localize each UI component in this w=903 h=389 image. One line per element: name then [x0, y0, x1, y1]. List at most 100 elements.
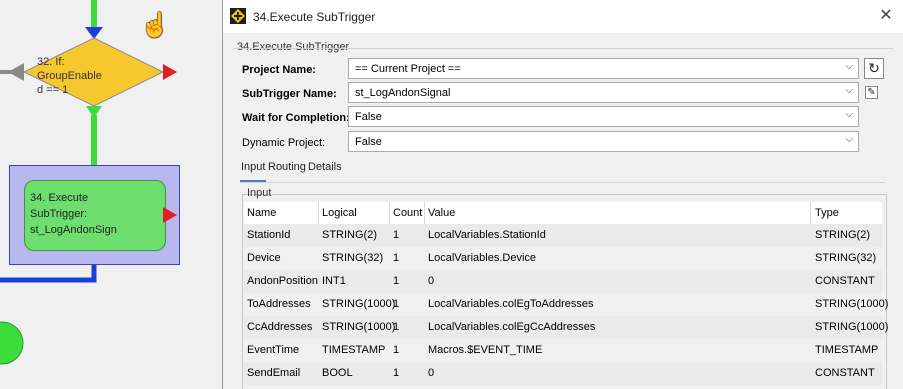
- decision-label-line: d == 1: [37, 84, 69, 96]
- subtrigger-name-value: st_LogAndonSignal: [355, 87, 451, 99]
- cell-value: LocalVariables.colEgCcAddresses: [428, 321, 596, 333]
- cell-type: CONSTANT: [815, 367, 875, 379]
- project-name-label: Project Name:: [242, 64, 316, 76]
- flow-line-top: [91, 0, 97, 28]
- cell-logical: INT1: [322, 275, 346, 287]
- flow-line-middle: [91, 115, 97, 170]
- table-row[interactable]: AndonPosition INT1 1 0 CONSTANT: [244, 270, 882, 293]
- tab-details[interactable]: Details: [308, 161, 342, 173]
- chevron-down-icon: ⌵: [845, 85, 853, 96]
- table-row[interactable]: CcAddresses STRING(1000) 1 LocalVariable…: [244, 316, 888, 339]
- cell-name: Device: [247, 252, 281, 264]
- decision-label-line: GroupEnable: [37, 70, 102, 82]
- wait-for-completion-label: Wait for Completion:: [242, 112, 350, 124]
- edit-icon: ✎: [867, 87, 876, 98]
- cell-name: CcAddresses: [247, 321, 313, 333]
- project-name-value: == Current Project ==: [355, 63, 461, 75]
- cell-count: 1: [393, 252, 400, 264]
- cell-name: AndonPosition: [247, 275, 318, 287]
- column-header-logical[interactable]: Logical: [322, 207, 357, 219]
- tab-routing[interactable]: Routing: [268, 161, 306, 173]
- action-label-line: 34. Execute: [30, 192, 89, 204]
- dialog-title: 34.Execute SubTrigger: [253, 10, 376, 24]
- cell-type: STRING(1000): [815, 321, 889, 333]
- cell-logical: BOOL: [322, 367, 353, 379]
- column-header-type[interactable]: Type: [815, 207, 839, 219]
- group-title: 34.Execute SubTrigger: [237, 41, 350, 53]
- edit-subtrigger-button[interactable]: ✎: [865, 86, 878, 99]
- dynamic-project-dropdown[interactable]: False ⌵: [348, 131, 859, 152]
- table-row[interactable]: SendEmail BOOL 1 0 CONSTANT: [244, 362, 882, 385]
- cell-type: TIMESTAMP: [815, 344, 879, 356]
- cell-name: SendEmail: [247, 367, 301, 379]
- column-header-name[interactable]: Name: [247, 207, 276, 219]
- column-header-value[interactable]: Value: [428, 207, 455, 219]
- column-separator: [389, 202, 390, 225]
- wait-for-completion-dropdown[interactable]: False ⌵: [348, 106, 859, 127]
- table-header-row: Name Logical Count Value Type: [244, 202, 882, 225]
- project-name-dropdown[interactable]: == Current Project == ⌵: [348, 58, 859, 79]
- decision-left-arrow: [8, 63, 24, 81]
- cell-name: ToAddresses: [247, 298, 311, 310]
- decision-false-output: [163, 64, 177, 80]
- decision-label-line: 32. If:: [37, 56, 65, 68]
- close-icon[interactable]: ✕: [873, 5, 899, 27]
- cell-value: LocalVariables.colEgToAddresses: [428, 298, 594, 310]
- chevron-down-icon: ⌵: [845, 134, 853, 145]
- decision-input-connector: [85, 27, 103, 39]
- cell-name: StationId: [247, 229, 291, 241]
- action-node-label: 34. Execute SubTrigger: st_LogAndonSign: [30, 190, 160, 238]
- cell-count: 1: [393, 321, 400, 333]
- cell-value: 0: [428, 367, 435, 379]
- cell-count: 1: [393, 229, 400, 241]
- cell-count: 1: [393, 344, 400, 356]
- wait-for-completion-value: False: [355, 111, 382, 123]
- cell-count: 1: [393, 367, 400, 379]
- cell-type: STRING(1000): [815, 298, 889, 310]
- action-right-arrow: [163, 207, 177, 223]
- cell-type: CONSTANT: [815, 275, 875, 287]
- table-row[interactable]: Device STRING(32) 1 LocalVariables.Devic…: [244, 247, 882, 270]
- cell-logical: STRING(1000): [322, 321, 396, 333]
- cell-value: Macros.$EVENT_TIME: [428, 344, 543, 356]
- column-header-count[interactable]: Count: [393, 207, 422, 219]
- cell-count: 1: [393, 298, 400, 310]
- execute-subtrigger-dialog: 34.Execute SubTrigger ✕ 34.Execute SubTr…: [222, 0, 903, 389]
- action-label-line: SubTrigger:: [30, 208, 88, 220]
- cell-count: 1: [393, 275, 400, 287]
- table-row[interactable]: StationId STRING(2) 1 LocalVariables.Sta…: [244, 224, 882, 247]
- column-separator: [424, 202, 425, 225]
- group-divider: [233, 48, 893, 49]
- cell-type: STRING(32): [815, 252, 877, 264]
- subtrigger-name-dropdown[interactable]: st_LogAndonSignal ⌵: [348, 82, 859, 103]
- column-separator: [318, 202, 319, 225]
- tab-divider: [240, 182, 885, 183]
- hand-cursor-icon: ☝: [140, 12, 170, 39]
- cell-value: 0: [428, 275, 435, 287]
- refresh-button[interactable]: ↻: [864, 58, 884, 79]
- cell-logical: STRING(2): [322, 229, 377, 241]
- refresh-icon: ↻: [868, 60, 880, 76]
- flow-canvas[interactable]: 32. If: GroupEnable d == 1 34. Execute S…: [0, 0, 222, 389]
- dialog-titlebar[interactable]: 34.Execute SubTrigger ✕: [223, 0, 903, 33]
- dynamic-project-label: Dynamic Project:: [242, 137, 326, 149]
- tab-input[interactable]: Input: [241, 161, 265, 173]
- app-icon: [230, 8, 246, 24]
- chevron-down-icon: ⌵: [845, 61, 853, 72]
- dynamic-project-value: False: [355, 136, 382, 148]
- cell-logical: STRING(1000): [322, 298, 396, 310]
- action-label-line: st_LogAndonSign: [30, 224, 117, 236]
- cell-name: EventTime: [247, 344, 300, 356]
- decision-node-label[interactable]: 32. If: GroupEnable d == 1: [37, 55, 117, 97]
- decision-true-output: [86, 106, 102, 118]
- cell-type: STRING(2): [815, 229, 870, 241]
- cell-value: LocalVariables.StationId: [428, 229, 546, 241]
- chevron-down-icon: ⌵: [845, 109, 853, 120]
- table-row[interactable]: EventTime TIMESTAMP 1 Macros.$EVENT_TIME…: [244, 339, 882, 362]
- column-separator: [810, 202, 811, 225]
- cell-logical: STRING(32): [322, 252, 384, 264]
- table-row[interactable]: ToAddresses STRING(1000) 1 LocalVariable…: [244, 293, 888, 316]
- input-group-title: Input: [247, 187, 272, 199]
- cell-value: LocalVariables.Device: [428, 252, 537, 264]
- end-node-circle: [0, 321, 24, 365]
